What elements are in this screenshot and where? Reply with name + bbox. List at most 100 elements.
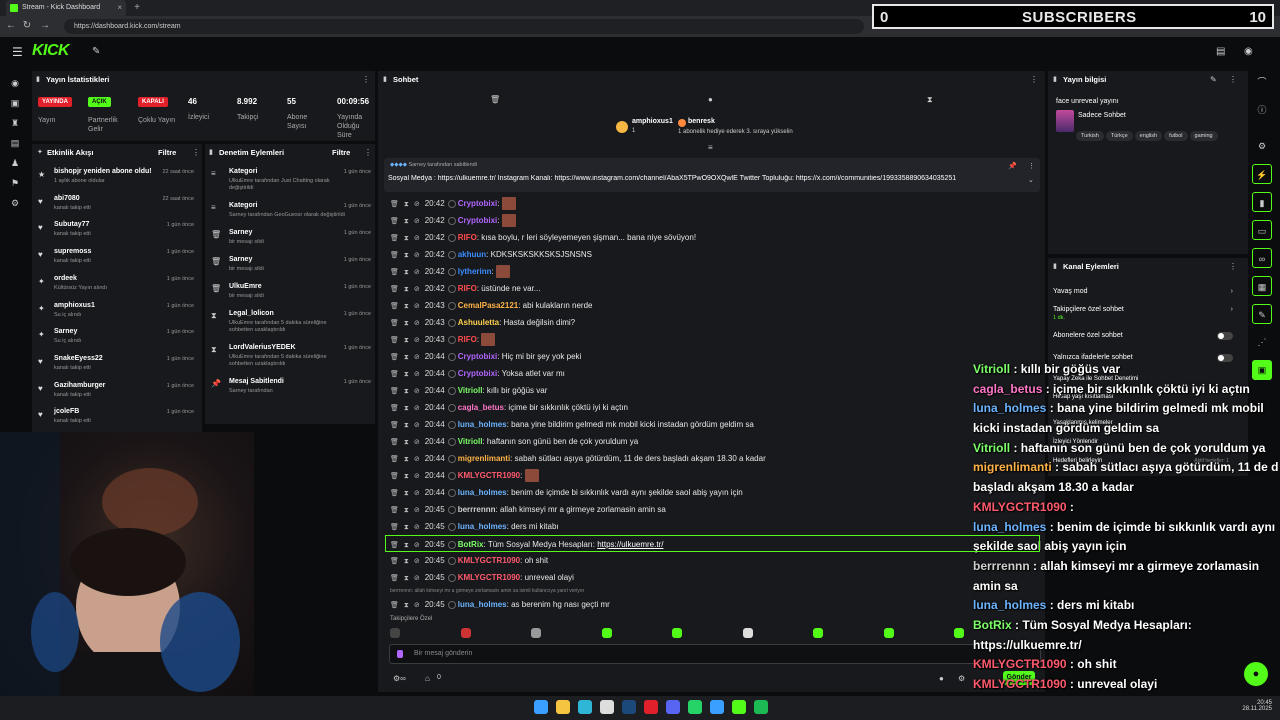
modlog-name[interactable]: LordValeriusYEDEK	[229, 344, 296, 351]
message-username[interactable]: RIFO	[458, 233, 477, 242]
toggle-switch[interactable]	[1217, 332, 1233, 340]
ban-icon[interactable]: ⊘	[414, 422, 420, 429]
modlog-name[interactable]: Sarney	[229, 256, 252, 263]
ban-icon[interactable]: ⊘	[414, 337, 420, 344]
modlog-name[interactable]: UlkuEmre	[229, 283, 262, 290]
chrome-icon[interactable]	[600, 700, 614, 714]
activity-name[interactable]: ordeek	[54, 275, 77, 282]
delete-message-icon[interactable]: 🗑	[390, 490, 399, 497]
delete-message-icon[interactable]: 🗑	[390, 320, 399, 327]
forward-icon[interactable]: →	[38, 19, 52, 33]
message-username[interactable]: Cryptobixi	[458, 369, 498, 378]
menu-icon[interactable]: ☰	[12, 45, 23, 59]
delete-message-icon[interactable]: 🗑	[390, 422, 399, 429]
delete-message-icon[interactable]: 🗑	[390, 337, 399, 344]
chat-message[interactable]: 🗑 ⧗ ⊘ 20:42 lytherinn:	[390, 263, 1030, 280]
quick-emote-icon[interactable]	[531, 628, 541, 638]
timeout-icon[interactable]: ⧗	[404, 490, 409, 497]
timeout-icon[interactable]: ⧗	[404, 218, 409, 225]
activity-name[interactable]: jcoleFB	[54, 408, 79, 415]
top-user-1[interactable]: amphioxus1	[632, 118, 673, 125]
delete-message-icon[interactable]: 🗑	[390, 286, 399, 293]
message-username[interactable]: migrenlimanti	[458, 454, 510, 463]
chat-message[interactable]: 🗑 ⧗ ⊘ 20:44 luna_holmes: benim de içimde bi …	[390, 484, 1030, 501]
chat-message[interactable]: 🗑 ⧗ ⊘ 20:45 luna_holmes: ders mi kitabı	[390, 518, 1030, 535]
file-explorer-icon[interactable]	[556, 700, 570, 714]
message-username[interactable]: KMLYGCTR1090	[458, 573, 520, 582]
delete-message-icon[interactable]: 🗑	[390, 405, 399, 412]
activity-name[interactable]: amphioxus1	[54, 302, 95, 309]
ban-icon[interactable]: ⊘	[414, 388, 420, 395]
chat-message[interactable]: 🗑 ⧗ ⊘ 20:44 luna_holmes: bana yine bildirim …	[390, 416, 1030, 433]
slow-mode-row[interactable]: Yavaş mod ›	[1053, 288, 1243, 295]
trophy-icon[interactable]: ♜	[9, 118, 21, 130]
chat-message[interactable]: 🗑 ⧗ ⊘ 20:44 KMLYGCTR1090:	[390, 467, 1030, 484]
delete-message-icon[interactable]: 🗑	[390, 456, 399, 463]
timeout-icon[interactable]: ⧗	[404, 507, 409, 514]
more-icon[interactable]: ⋮	[1229, 75, 1237, 84]
dashboard-icon[interactable]: ▣	[9, 98, 21, 110]
activity-item[interactable]: ♥ Gazihamburger kanalı takip etti 1 gün önc…	[32, 380, 200, 406]
chat-message[interactable]: 🗑 ⧗ ⊘ 20:45 berrrennn: allah kimseyi mr a gi…	[390, 501, 1030, 518]
activity-item[interactable]: ★ bishopjr yeniden abone oldu! 1 aylık abo…	[32, 166, 200, 192]
quick-emote-icon[interactable]	[601, 628, 612, 638]
expand-icon[interactable]: ⌒	[1252, 72, 1272, 92]
timeout-icon[interactable]: ⧗	[404, 320, 409, 327]
activity-item[interactable]: ♥ Subutay77 kanalı takip etti 1 gün önce	[32, 219, 200, 245]
activity-item[interactable]: ♥ SnakeEyess22 kanalı takip etti 1 gün önce	[32, 353, 200, 379]
chat-input[interactable]: Bir mesaj gönderin	[414, 650, 472, 657]
mic-icon[interactable]	[397, 650, 403, 658]
ban-icon[interactable]: ⊘	[414, 269, 420, 276]
delete-message-icon[interactable]: 🗑	[390, 602, 399, 609]
ban-icon[interactable]: ⊘	[414, 252, 420, 259]
activity-name[interactable]: Sarney	[54, 328, 77, 335]
url-input[interactable]: https://dashboard.kick.com/stream	[64, 19, 864, 34]
ban-icon[interactable]: ⊘	[414, 490, 420, 497]
account-icon[interactable]: ◉	[1244, 46, 1253, 57]
hourglass-icon[interactable]: ⧗	[927, 95, 933, 105]
ban-icon[interactable]: ⊘	[414, 354, 420, 361]
delete-message-icon[interactable]: 🗑	[390, 252, 399, 259]
activity-item[interactable]: ✦ Sarney Su iç alındı 1 gün önce	[32, 326, 200, 352]
message-username[interactable]: CemalPasa2121	[458, 301, 519, 310]
message-username[interactable]: Vitrioll	[458, 437, 483, 446]
delete-message-icon[interactable]: 🗑	[390, 542, 399, 549]
activity-item[interactable]: ♥ jcoleFB kanalı takip etti 1 gün önce	[32, 406, 200, 432]
message-username[interactable]: RIFO	[458, 284, 477, 293]
timeout-icon[interactable]: ⧗	[404, 558, 409, 565]
message-username[interactable]: luna_holmes	[458, 522, 507, 531]
chat-message[interactable]: 🗑 ⧗ ⊘ 20:44 cagla_betus: içime bir sıkkınlık…	[390, 399, 1030, 416]
chat-bubble-icon[interactable]: ●	[708, 95, 713, 104]
chat-message[interactable]: 🗑 ⧗ ⊘ 20:44 migrenlimanti: sabah sütlacı aşı…	[390, 450, 1030, 467]
ban-icon[interactable]: ⊘	[414, 473, 420, 480]
ban-icon[interactable]: ⊘	[414, 524, 420, 531]
delete-message-icon[interactable]: 🗑	[390, 575, 399, 582]
ban-icon[interactable]: ⊘	[414, 218, 420, 225]
info-icon[interactable]: ⓘ	[1252, 100, 1272, 120]
delete-message-icon[interactable]: 🗑	[390, 269, 399, 276]
chat-message[interactable]: 🗑 ⧗ ⊘ 20:45 KMLYGCTR1090: oh shit	[390, 552, 1030, 569]
modlog-name[interactable]: Legal_lolicon	[229, 310, 274, 317]
message-username[interactable]: Cryptobixi	[458, 352, 498, 361]
delete-message-icon[interactable]: 🗑	[390, 201, 399, 208]
timeout-icon[interactable]: ⧗	[404, 524, 409, 531]
ban-icon[interactable]: ⊘	[414, 405, 420, 412]
message-username[interactable]: Cryptobixi	[458, 216, 498, 225]
delete-message-icon[interactable]: 🗑	[390, 388, 399, 395]
timeout-icon[interactable]: ⧗	[404, 303, 409, 310]
top-user-2[interactable]: benresk	[688, 118, 715, 125]
gear-icon[interactable]: ⚙	[958, 674, 965, 683]
ban-icon[interactable]: ⊘	[414, 201, 420, 208]
edit-icon[interactable]: ✎	[1210, 75, 1217, 84]
chat-message[interactable]: 🗑 ⧗ ⊘ 20:45 BotRix: Tüm Sosyal Medya Hesapla…	[385, 535, 1040, 552]
message-username[interactable]: BotRix	[458, 540, 484, 549]
timeout-icon[interactable]: ⧗	[404, 354, 409, 361]
timeout-icon[interactable]: ⧗	[404, 201, 409, 208]
modlog-name[interactable]: Kategori	[229, 168, 257, 175]
link-icon[interactable]: ∞	[1252, 248, 1272, 268]
community-icon[interactable]: ⚑	[9, 178, 21, 190]
delete-message-icon[interactable]: 🗑	[390, 524, 399, 531]
ban-icon[interactable]: ⊘	[414, 235, 420, 242]
modlog-name[interactable]: Mesaj Sabitlendi	[229, 378, 284, 385]
ban-icon[interactable]: ⊘	[414, 558, 420, 565]
